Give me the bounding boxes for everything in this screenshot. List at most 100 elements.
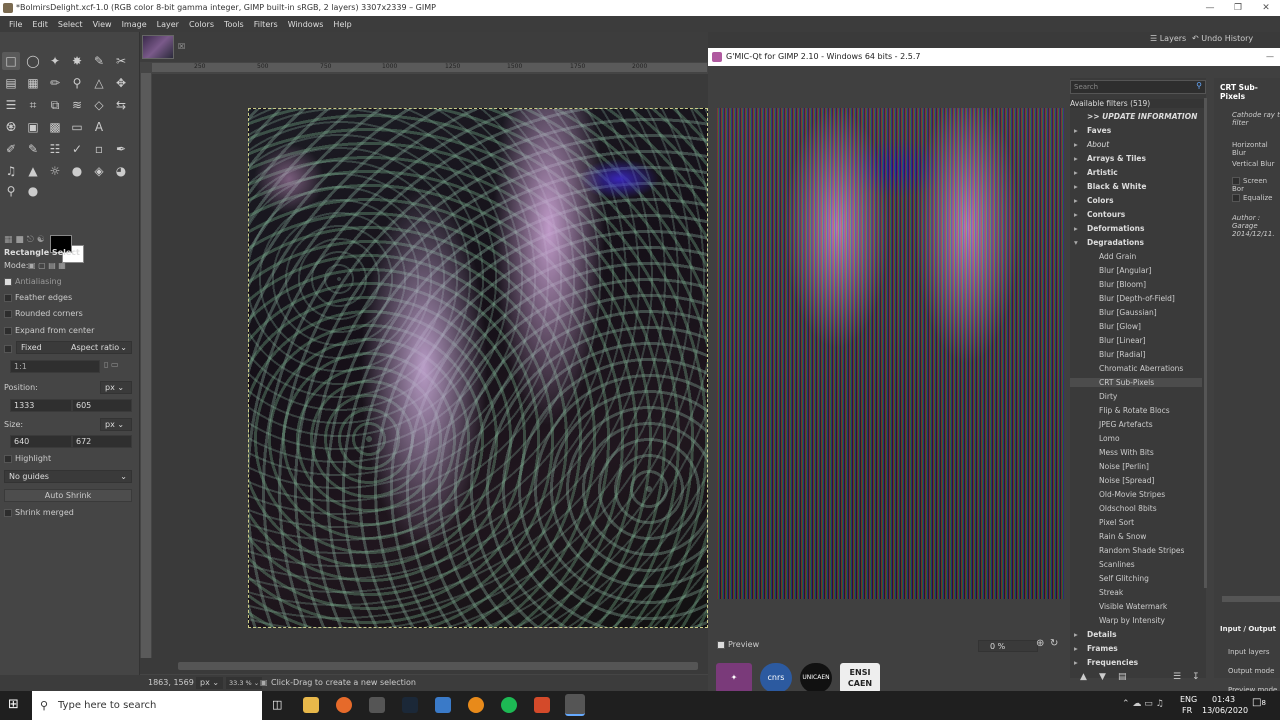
scissors-tool-icon[interactable]: ✂ (112, 52, 130, 70)
flip-tool-icon[interactable]: ⇆ (112, 96, 130, 114)
fixed-dropdown[interactable]: Fixed Aspect ratio ⌄ (16, 341, 132, 354)
filter-item[interactable]: Oldschool 8bits (1099, 504, 1157, 513)
filter-category[interactable]: ▸ About (1070, 140, 1109, 149)
filter-list-scrollbar[interactable] (1204, 98, 1207, 588)
filter-item[interactable]: Noise [Spread] (1099, 476, 1154, 485)
menu-file[interactable]: File (4, 20, 27, 29)
warp-transform-icon[interactable]: ≋ (68, 96, 86, 114)
highlight-checkbox[interactable]: Highlight (4, 454, 51, 463)
filter-category[interactable]: ▸ Frequencies (1070, 658, 1138, 667)
gmic-preview-image[interactable] (717, 108, 1064, 599)
position-unit-dropdown[interactable]: px ⌄ (100, 381, 132, 394)
steam-icon[interactable] (402, 697, 418, 713)
zoom-in-icon[interactable]: ⊕ (1036, 638, 1044, 649)
preview-zoom-input[interactable]: 0 % (978, 640, 1038, 652)
color-picker-icon[interactable]: ✏ (46, 74, 64, 92)
antialiasing-checkbox[interactable]: Antialiasing (4, 277, 62, 286)
filter-item[interactable]: Blur [Glow] (1099, 322, 1141, 331)
filter-item[interactable]: JPEG Artefacts (1099, 420, 1153, 429)
free-select-tool-icon[interactable]: ✦ (46, 52, 64, 70)
filter-item[interactable]: Add Grain (1099, 252, 1136, 261)
collapse-arrow-icon[interactable]: ▸ (1074, 196, 1078, 205)
canvas-area[interactable] (152, 74, 708, 658)
app-icon[interactable] (369, 697, 385, 713)
download-icon[interactable]: ↧ (1192, 672, 1200, 682)
filter-item[interactable]: Self Glitching (1099, 574, 1149, 583)
rounded-checkbox[interactable]: Rounded corners (4, 309, 83, 318)
spotify-icon[interactable] (501, 697, 517, 713)
crop-tool-icon[interactable]: ⌗ (24, 96, 42, 114)
blender-icon[interactable] (468, 697, 484, 713)
file-explorer-icon[interactable] (303, 697, 319, 713)
mypaint-icon[interactable]: ● (24, 182, 42, 200)
collapse-arrow-icon[interactable]: ▸ (1074, 210, 1078, 219)
portrait-landscape-icons[interactable]: ▯ ▭ (104, 360, 119, 369)
filter-item[interactable]: Visible Watermark (1099, 602, 1167, 611)
filter-item[interactable]: Mess With Bits (1099, 448, 1154, 457)
move-tool-icon[interactable]: ✥ (112, 74, 130, 92)
filter-item[interactable]: Chromatic Aberrations (1099, 364, 1183, 373)
equalize-checkbox[interactable]: Equalize (1232, 194, 1272, 202)
firefox-icon[interactable] (336, 697, 352, 713)
filter-item[interactable]: Blur [Angular] (1099, 266, 1151, 275)
size-height-input[interactable]: 672 (72, 435, 132, 448)
position-y-input[interactable]: 605 (72, 399, 132, 412)
menu-help[interactable]: Help (328, 20, 356, 29)
filter-item[interactable]: Noise [Perlin] (1099, 462, 1149, 471)
filter-item[interactable]: Flip & Rotate Blocs (1099, 406, 1170, 415)
task-view-icon[interactable]: ◫ (272, 698, 282, 711)
gimp-taskbar-icon[interactable] (565, 694, 585, 716)
collapse-arrow-icon[interactable]: ▸ (1074, 182, 1078, 191)
ratio-input[interactable]: 1:1 (10, 360, 100, 373)
heal-tool-icon[interactable]: ▲ (24, 162, 42, 180)
filter-item[interactable]: Old-Movie Stripes (1099, 490, 1165, 499)
ink-icon[interactable]: ✓ (68, 140, 86, 158)
filter-item-selected[interactable]: CRT Sub-Pixels (1070, 378, 1202, 387)
filter-item[interactable]: Blur [Linear] (1099, 336, 1146, 345)
collapse-arrow-icon[interactable]: ▸ (1074, 644, 1078, 653)
mode-buttons[interactable]: ▣ ▢ ▤ ▦ (28, 261, 66, 270)
fave-remove-icon[interactable]: ▼ (1099, 672, 1106, 682)
notification-icon[interactable]: □8 (1252, 697, 1266, 708)
filter-item[interactable]: Blur [Bloom] (1099, 280, 1146, 289)
image-thumbnail[interactable] (142, 35, 174, 59)
collapse-arrow-icon[interactable]: ▸ (1074, 140, 1078, 149)
clock-time[interactable]: 01:43 (1212, 695, 1235, 704)
bucket-fill-icon[interactable]: ♼ (2, 118, 20, 136)
measure-tool-icon[interactable]: △ (90, 74, 108, 92)
filter-item[interactable]: Lomo (1099, 434, 1120, 443)
perspective-icon[interactable]: ▭ (68, 118, 86, 136)
input-language[interactable]: ENG (1180, 695, 1197, 704)
menu-windows[interactable]: Windows (283, 20, 329, 29)
text-tool-icon[interactable]: A (90, 118, 108, 136)
fave-add-icon[interactable]: ▲ (1080, 672, 1087, 682)
eraser-icon[interactable]: ▫ (90, 140, 108, 158)
zoom-dropdown[interactable]: 33.3 % ⌄ (226, 677, 263, 689)
smudge-icon[interactable]: ☼ (46, 162, 64, 180)
filter-item[interactable]: Pixel Sort (1099, 518, 1134, 527)
fixed-checkbox[interactable] (4, 344, 15, 353)
handle-transform-icon[interactable]: ▩ (46, 118, 64, 136)
ellipse-select-tool-icon[interactable]: ◯ (24, 52, 42, 70)
update-information[interactable]: >> UPDATE INFORMATION (1087, 112, 1197, 121)
input-region[interactable]: FR (1182, 706, 1192, 715)
filter-category[interactable]: ▸ Faves (1070, 126, 1111, 135)
mypaint-brush-icon[interactable]: ✒ (112, 140, 130, 158)
windows-start-icon[interactable]: ⊞ (8, 697, 19, 712)
feather-checkbox[interactable]: Feather edges (4, 293, 72, 302)
horizontal-scrollbar[interactable] (140, 658, 708, 674)
clock-date[interactable]: 13/06/2020 (1202, 706, 1248, 715)
image-canvas[interactable] (248, 108, 708, 628)
blur-sharpen-icon[interactable]: ◈ (90, 162, 108, 180)
filter-item[interactable]: Blur [Depth-of-Field] (1099, 294, 1175, 303)
rect-select-tool-icon[interactable]: □ (2, 52, 20, 70)
size-width-input[interactable]: 640 (10, 435, 72, 448)
minimize-icon[interactable]: — (1266, 48, 1274, 66)
menu-view[interactable]: View (88, 20, 117, 29)
pencil-icon[interactable]: ✎ (24, 140, 42, 158)
filter-category[interactable]: ▸ Colors (1070, 196, 1114, 205)
list-view-icon[interactable]: ☰ (1173, 672, 1181, 682)
expand-checkbox[interactable]: Expand from center (4, 326, 94, 335)
filter-item[interactable]: Warp by Intensity (1099, 616, 1165, 625)
collapse-arrow-icon[interactable]: ▸ (1074, 154, 1078, 163)
